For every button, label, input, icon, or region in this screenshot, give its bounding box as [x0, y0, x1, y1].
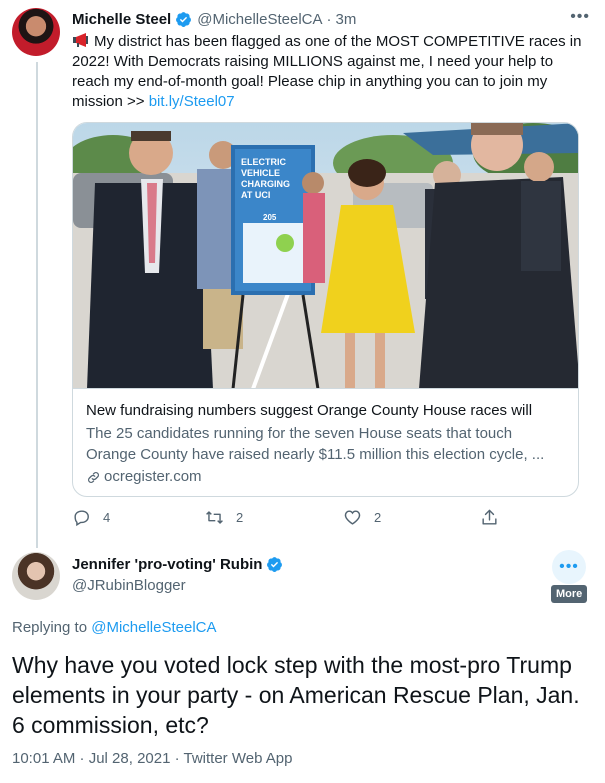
separator-dot: · — [326, 10, 332, 28]
replying-to-prefix: Replying to — [12, 619, 92, 636]
verified-badge-icon — [267, 557, 283, 572]
more-icon: ••• — [559, 558, 579, 575]
tweet-timestamp[interactable]: 10:01 AM · Jul 28, 2021 · Twitter Web Ap… — [12, 750, 292, 767]
author-name[interactable]: Michelle Steel — [72, 11, 171, 28]
tweet-header: Michelle Steel @MichelleSteelCA · 3m — [72, 8, 590, 30]
avatar[interactable] — [12, 552, 60, 600]
link-preview-card[interactable]: ELECTRIC VEHICLE CHARGING AT UCI 205 New… — [72, 122, 579, 497]
retweet-count: 2 — [236, 510, 244, 525]
replying-to: Replying to @MichelleSteelCA — [12, 619, 217, 636]
tweet-parent[interactable]: Michelle Steel @MichelleSteelCA · 3m •••… — [72, 8, 590, 112]
reply-count: 4 — [103, 510, 111, 525]
author-name-row: Jennifer 'pro-voting' Rubin — [72, 556, 288, 573]
event-photo: ELECTRIC VEHICLE CHARGING AT UCI 205 — [73, 123, 578, 388]
share-icon — [482, 509, 497, 525]
more-icon[interactable]: ••• — [570, 8, 590, 26]
card-text[interactable]: New fundraising numbers suggest Orange C… — [86, 401, 565, 487]
sign-heading-line-3: CHARGING — [241, 179, 290, 189]
thread-connector-line — [36, 62, 38, 548]
card-description: The 25 candidates running for the seven … — [86, 425, 545, 463]
sign-heading-line-4: AT UCI — [241, 190, 270, 200]
card-domain: ocregister.com — [86, 467, 565, 487]
author-handle[interactable]: @JRubinBlogger — [72, 577, 288, 594]
author-name[interactable]: Jennifer 'pro-voting' Rubin — [72, 556, 262, 573]
reply-button[interactable]: 4 — [72, 508, 110, 527]
share-button[interactable] — [480, 508, 511, 527]
like-count: 2 — [374, 510, 382, 525]
avatar[interactable] — [12, 8, 60, 56]
card-title: New fundraising numbers suggest Orange C… — [86, 402, 533, 419]
card-domain-text: ocregister.com — [104, 468, 202, 485]
reply-icon — [74, 510, 89, 527]
more-button[interactable]: ••• — [552, 550, 586, 584]
retweet-icon — [206, 511, 223, 524]
sign-heading-line-1: ELECTRIC — [241, 157, 287, 167]
author-handle[interactable]: @MichelleSteelCA — [197, 11, 322, 28]
action-bar: 4 2 2 — [72, 508, 512, 532]
more-tooltip: More — [551, 585, 588, 603]
focused-tweet-text: Why have you voted lock step with the mo… — [12, 652, 580, 738]
like-button[interactable]: 2 — [343, 508, 381, 527]
verified-badge-icon — [176, 11, 192, 27]
retweet-button[interactable]: 2 — [205, 508, 243, 527]
tweet-author-block: Jennifer 'pro-voting' Rubin @JRubinBlogg… — [72, 556, 288, 594]
like-icon — [344, 510, 361, 525]
card-image[interactable]: ELECTRIC VEHICLE CHARGING AT UCI 205 — [73, 123, 578, 389]
sign-heading-line-2: VEHICLE — [241, 168, 280, 178]
link-icon — [88, 471, 99, 483]
sign-number: 205 — [263, 213, 277, 222]
replying-to-handle[interactable]: @MichelleSteelCA — [91, 619, 216, 636]
tweet-text: My district has been flagged as one of t… — [72, 32, 590, 112]
megaphone-icon — [73, 33, 88, 47]
tweet-time[interactable]: 3m — [336, 11, 357, 28]
tweet-link[interactable]: bit.ly/Steel07 — [149, 93, 235, 110]
